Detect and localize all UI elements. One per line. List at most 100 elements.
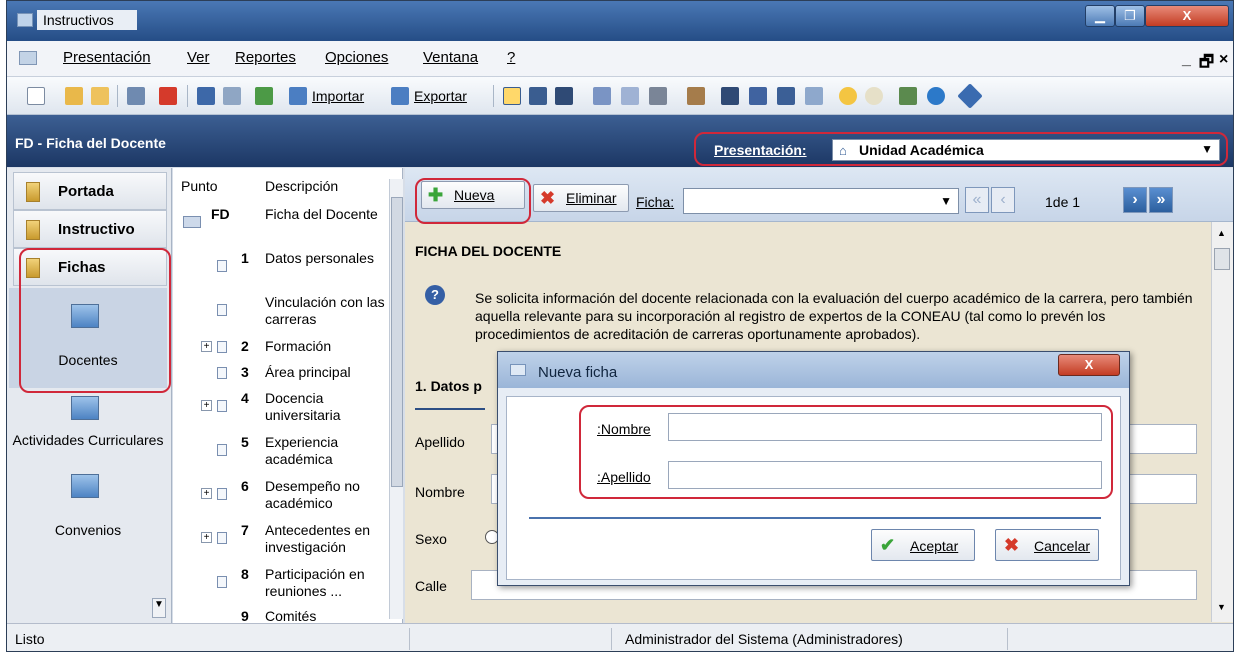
menu-opciones[interactable]: Opciones	[325, 49, 388, 66]
delete-icon[interactable]	[159, 87, 177, 105]
mdi-minimize-button[interactable]: _	[1182, 51, 1191, 69]
tip-icon[interactable]	[865, 87, 883, 105]
menu-presentacion[interactable]: Presentación	[63, 49, 151, 66]
window-title: Instructivos	[37, 10, 137, 30]
prev-record-button[interactable]: ‹	[991, 187, 1015, 213]
cancelar-button[interactable]: ✖ Cancelar	[995, 529, 1099, 561]
status-separator	[611, 628, 612, 650]
presentacion-highlight: Presentación: ⌂ Unidad Académica ▼	[694, 132, 1228, 166]
eliminar-button[interactable]: ✖ Eliminar	[533, 184, 629, 212]
sidebar-item-portada[interactable]: Portada	[13, 172, 167, 210]
list-view-icon[interactable]	[529, 87, 547, 105]
sidebar-subitem-actividades[interactable]: Actividades Curriculares	[9, 432, 167, 449]
dialog-close-button[interactable]: X	[1058, 354, 1120, 376]
dialog-apellido-input[interactable]	[668, 461, 1102, 489]
print-icon[interactable]	[649, 87, 667, 105]
record-pager: 1de 1	[1045, 194, 1081, 210]
sidebar-subitem-convenios[interactable]: Convenios	[9, 522, 167, 538]
chevron-down-icon: ▼	[940, 194, 952, 208]
status-separator	[409, 628, 410, 650]
menu-reportes[interactable]: Reportes	[235, 49, 296, 66]
status-separator	[1007, 628, 1008, 650]
edit-icon[interactable]	[127, 87, 145, 105]
folder-icon[interactable]	[91, 87, 109, 105]
sidebar-scroll-down[interactable]: ▼	[152, 598, 166, 618]
menu-help[interactable]: ?	[507, 49, 515, 66]
tree-row-num: 5	[241, 434, 249, 450]
window-cascade-icon[interactable]	[777, 87, 795, 105]
mdi-restore-button[interactable]: 🗗	[1199, 51, 1214, 78]
dialog-apellido-label: :Apellido	[597, 469, 651, 485]
tree-row-desc: Desempeño no académico	[265, 478, 360, 511]
globe-icon[interactable]	[927, 87, 945, 105]
aceptar-button[interactable]: ✔ Aceptar	[871, 529, 975, 561]
sidebar-item-label: Portada	[58, 183, 114, 200]
expand-icon[interactable]: +	[201, 488, 212, 499]
expand-icon[interactable]: +	[201, 341, 212, 352]
last-record-button[interactable]: »	[1149, 187, 1173, 213]
expand-icon[interactable]: +	[201, 400, 212, 411]
dialog-nombre-label: :Nombre	[597, 421, 651, 437]
refresh-icon[interactable]	[255, 87, 273, 105]
main-scroll-thumb[interactable]	[1214, 248, 1230, 270]
first-record-button[interactable]: «	[965, 187, 989, 213]
mdi-icon	[19, 51, 37, 65]
exportar-button[interactable]: Exportar	[414, 88, 467, 104]
sidebar: Portada Instructivo Fichas Docentes Acti…	[7, 168, 172, 623]
save-icon[interactable]	[197, 87, 215, 105]
sexo-label: Sexo	[415, 531, 447, 547]
minimize-button[interactable]: ▁	[1085, 5, 1115, 27]
sidebar-item-instructivo[interactable]: Instructivo	[13, 210, 167, 248]
tree-view-icon[interactable]	[503, 87, 521, 105]
layout-columns-icon[interactable]	[749, 87, 767, 105]
folder-icon	[26, 182, 40, 202]
form-title: FD - Ficha del Docente	[15, 135, 166, 151]
ficha-select[interactable]: ▼	[683, 188, 959, 214]
export-icon[interactable]	[391, 87, 409, 105]
gallery-icon[interactable]	[899, 87, 917, 105]
grid-view-icon[interactable]	[555, 87, 573, 105]
cancel-x-icon: ✖	[1004, 535, 1020, 555]
tree-scroll-thumb[interactable]	[391, 197, 403, 487]
delete-x-icon: ✖	[540, 188, 556, 208]
importar-button[interactable]: Importar	[312, 88, 364, 104]
tree-scrollbar[interactable]	[389, 179, 403, 619]
open-folder-icon[interactable]	[65, 87, 83, 105]
diamond-icon[interactable]	[957, 83, 983, 109]
scroll-down-icon[interactable]: ▼	[1217, 602, 1226, 612]
status-bar: Listo Administrador del Sistema (Adminis…	[7, 623, 1233, 651]
scroll-up-icon[interactable]: ▲	[1217, 228, 1226, 238]
fichas-highlight	[19, 248, 171, 393]
presentacion-select[interactable]: ⌂ Unidad Académica ▼	[832, 139, 1220, 161]
expand-icon[interactable]: +	[201, 532, 212, 543]
actividades-icon[interactable]	[71, 396, 99, 420]
dialog-nombre-input[interactable]	[668, 413, 1102, 441]
layout-rows-icon[interactable]	[721, 87, 739, 105]
tree-col-descripcion[interactable]: Descripción	[265, 178, 338, 194]
main-scrollbar[interactable]: ▲ ▼	[1211, 222, 1233, 622]
toolbar-separator	[117, 85, 118, 107]
tree-row-num: 3	[241, 364, 249, 380]
mdi-close-button[interactable]: ×	[1219, 51, 1228, 69]
menu-ventana[interactable]: Ventana	[423, 49, 478, 66]
convenios-icon[interactable]	[71, 474, 99, 498]
new-doc-icon[interactable]	[27, 87, 45, 105]
help-icon[interactable]	[839, 87, 857, 105]
close-button[interactable]: X	[1145, 5, 1229, 27]
font-decrease-icon[interactable]	[621, 87, 639, 105]
next-record-button[interactable]: ›	[1123, 187, 1147, 213]
font-increase-icon[interactable]	[593, 87, 611, 105]
menu-ver[interactable]: Ver	[187, 49, 210, 66]
record-toolbar: ✚ Nueva ✖ Eliminar Ficha: ▼ « ‹ 1de 1 › …	[405, 168, 1233, 224]
copy-icon[interactable]	[223, 87, 241, 105]
tree-col-punto[interactable]: Punto	[181, 178, 218, 194]
page-icon	[217, 260, 227, 272]
status-text: Listo	[15, 631, 45, 647]
page-icon	[217, 488, 227, 500]
calle-label: Calle	[415, 578, 447, 594]
tree-row-desc: Participación en reuniones ...	[265, 566, 365, 599]
window-new-icon[interactable]	[805, 87, 823, 105]
import-icon[interactable]	[289, 87, 307, 105]
maximize-button[interactable]: ❐	[1115, 5, 1145, 27]
report-icon[interactable]	[687, 87, 705, 105]
